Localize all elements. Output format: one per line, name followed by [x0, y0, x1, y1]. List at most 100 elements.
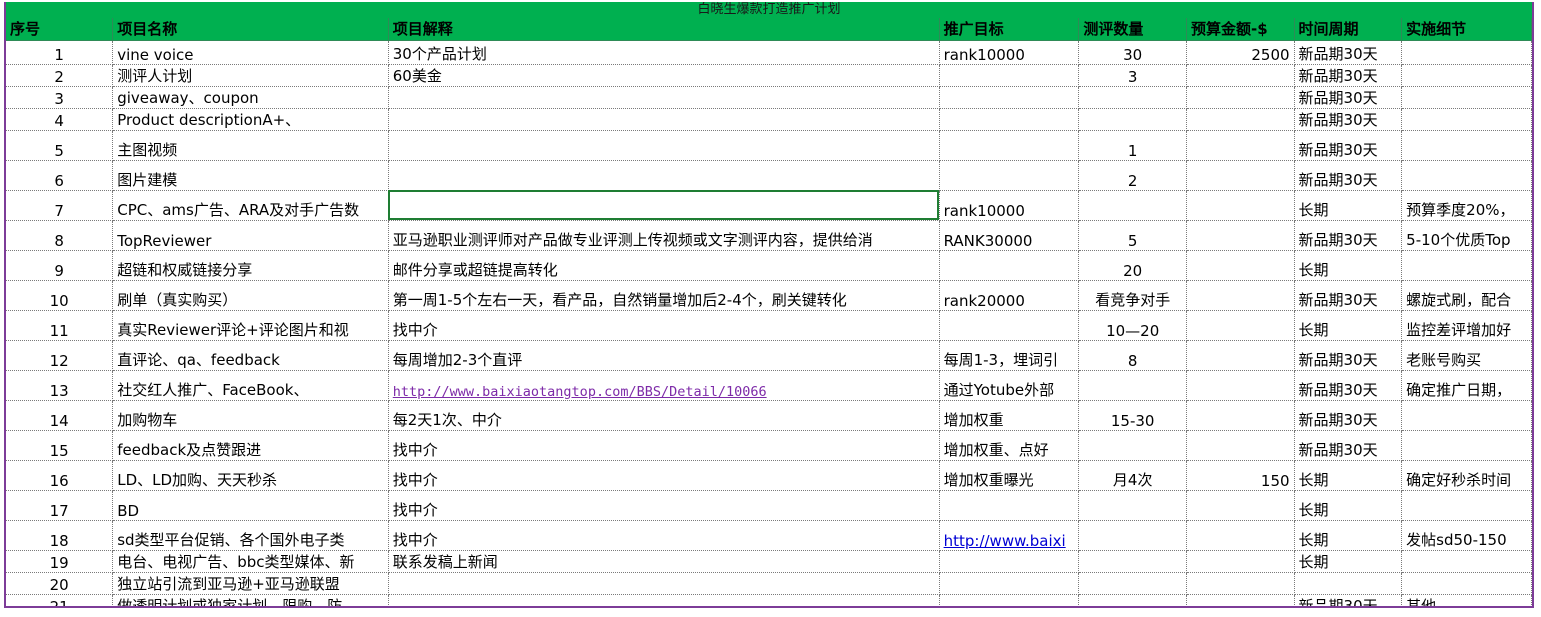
table-cell[interactable] [1078, 594, 1187, 606]
table-cell[interactable]: 新品期30天 [1294, 400, 1403, 431]
table-cell[interactable]: 每2天1次、中介 [388, 400, 940, 431]
table-cell[interactable]: 长期 [1294, 520, 1403, 551]
table-cell[interactable]: 20 [1078, 250, 1187, 281]
table-cell[interactable] [939, 130, 1080, 161]
table-cell[interactable]: 新品期30天 [1294, 220, 1403, 251]
table-cell[interactable] [939, 160, 1080, 191]
table-cell[interactable] [1186, 86, 1295, 109]
table-cell[interactable]: RANK30000 [939, 220, 1080, 251]
table-cell[interactable] [388, 130, 940, 161]
table-cell[interactable]: 新品期30天 [1294, 86, 1403, 109]
table-cell[interactable] [1186, 250, 1295, 281]
table-cell[interactable]: 长期 [1294, 190, 1403, 221]
table-cell[interactable]: 新品期30天 [1294, 160, 1403, 191]
table-cell[interactable]: 真实Reviewer评论+评论图片和视 [112, 310, 389, 341]
table-cell[interactable]: 17 [6, 490, 114, 521]
table-cell[interactable]: CPC、ams广告、ARA及对手广告数 [112, 190, 389, 221]
table-cell[interactable]: http://www.baixiaotangtop.com/BBS/Detail… [388, 370, 940, 401]
table-cell[interactable]: 预算季度20%， [1401, 190, 1532, 221]
table-cell[interactable]: rank20000 [939, 280, 1080, 311]
table-cell[interactable]: 找中介 [388, 460, 940, 491]
table-cell[interactable]: 3 [6, 86, 114, 109]
table-cell[interactable]: 5 [6, 130, 114, 161]
table-cell[interactable] [1186, 64, 1295, 87]
table-cell[interactable] [388, 190, 940, 221]
table-cell[interactable]: 找中介 [388, 520, 940, 551]
table-cell[interactable]: 超链和权威链接分享 [112, 250, 389, 281]
table-cell[interactable] [1186, 400, 1295, 431]
table-cell[interactable] [1186, 550, 1295, 573]
table-cell[interactable] [1186, 130, 1295, 161]
table-cell[interactable] [1078, 86, 1187, 109]
table-cell[interactable] [1401, 400, 1532, 431]
table-cell[interactable]: 7 [6, 190, 114, 221]
table-cell[interactable]: 长期 [1294, 310, 1403, 341]
table-cell[interactable]: 10—20 [1078, 310, 1187, 341]
table-cell[interactable]: 长期 [1294, 460, 1403, 491]
table-cell[interactable]: 新品期30天 [1294, 280, 1403, 311]
table-cell[interactable] [1186, 370, 1295, 401]
table-cell[interactable]: 螺旋式刷，配合 [1401, 280, 1532, 311]
table-cell[interactable] [939, 550, 1080, 573]
table-cell[interactable]: 月4次 [1078, 460, 1187, 491]
table-cell[interactable] [939, 594, 1080, 606]
table-cell[interactable]: 2 [1078, 160, 1187, 191]
table-cell[interactable]: 老账号购买 [1401, 340, 1532, 371]
table-cell[interactable] [1186, 310, 1295, 341]
table-cell[interactable] [1401, 108, 1532, 131]
table-cell[interactable] [1401, 430, 1532, 461]
table-cell[interactable]: LD、LD加购、天天秒杀 [112, 460, 389, 491]
table-cell[interactable]: 找中介 [388, 430, 940, 461]
column-header[interactable]: 序号 [6, 18, 114, 41]
table-cell[interactable] [1186, 160, 1295, 191]
table-cell[interactable]: 新品期30天 [1294, 108, 1403, 131]
hyperlink[interactable]: http://www.baixi [944, 532, 1066, 550]
table-cell[interactable]: 做透明计划或独家计划、限购、防 [112, 594, 389, 606]
table-cell[interactable]: 新品期30天 [1294, 370, 1403, 401]
table-cell[interactable] [1186, 572, 1295, 595]
table-cell[interactable] [1078, 190, 1187, 221]
table-cell[interactable]: 1 [1078, 130, 1187, 161]
table-cell[interactable] [1186, 190, 1295, 221]
column-header[interactable]: 预算金额-$ [1186, 18, 1295, 41]
table-cell[interactable]: 30个产品计划 [388, 40, 940, 65]
table-cell[interactable]: 5-10个优质Top [1401, 220, 1532, 251]
table-cell[interactable]: 长期 [1294, 250, 1403, 281]
table-cell[interactable]: 新品期30天 [1294, 40, 1403, 65]
table-cell[interactable]: 2 [6, 64, 114, 87]
table-cell[interactable] [388, 594, 940, 606]
table-cell[interactable]: 增加权重、点好 [939, 430, 1080, 461]
table-cell[interactable]: 测评人计划 [112, 64, 389, 87]
table-cell[interactable]: 通过Yotube外部 [939, 370, 1080, 401]
table-cell[interactable]: 8 [1078, 340, 1187, 371]
table-cell[interactable]: 8 [6, 220, 114, 251]
column-header[interactable]: 实施细节 [1401, 18, 1532, 41]
table-cell[interactable]: 14 [6, 400, 114, 431]
table-cell[interactable]: 加购物车 [112, 400, 389, 431]
table-cell[interactable]: 亚马逊职业测评师对产品做专业评测上传视频或文字测评内容，提供给消 [388, 220, 940, 251]
column-header[interactable]: 项目解释 [388, 18, 940, 41]
table-cell[interactable] [1078, 370, 1187, 401]
table-cell[interactable] [1078, 108, 1187, 131]
hyperlink[interactable]: http://www.baixiaotangtop.com/BBS/Detail… [393, 384, 767, 400]
table-cell[interactable]: 3 [1078, 64, 1187, 87]
table-cell[interactable]: 21 [6, 594, 114, 606]
table-cell[interactable] [1401, 572, 1532, 595]
column-header[interactable]: 项目名称 [112, 18, 389, 41]
table-cell[interactable]: 联系发稿上新闻 [388, 550, 940, 573]
table-cell[interactable] [1401, 86, 1532, 109]
table-cell[interactable]: 发帖sd50-150 [1401, 520, 1532, 551]
table-cell[interactable]: 13 [6, 370, 114, 401]
table-cell[interactable] [1401, 130, 1532, 161]
table-cell[interactable] [388, 160, 940, 191]
table-cell[interactable] [939, 490, 1080, 521]
table-cell[interactable]: 11 [6, 310, 114, 341]
table-cell[interactable]: 新品期30天 [1294, 430, 1403, 461]
table-cell[interactable] [1078, 520, 1187, 551]
column-header[interactable]: 测评数量 [1078, 18, 1187, 41]
table-cell[interactable]: 长期 [1294, 550, 1403, 573]
table-cell[interactable]: vine voice [112, 40, 389, 65]
table-cell[interactable]: 10 [6, 280, 114, 311]
table-cell[interactable]: 2500 [1186, 40, 1295, 65]
table-cell[interactable]: 增加权重 [939, 400, 1080, 431]
